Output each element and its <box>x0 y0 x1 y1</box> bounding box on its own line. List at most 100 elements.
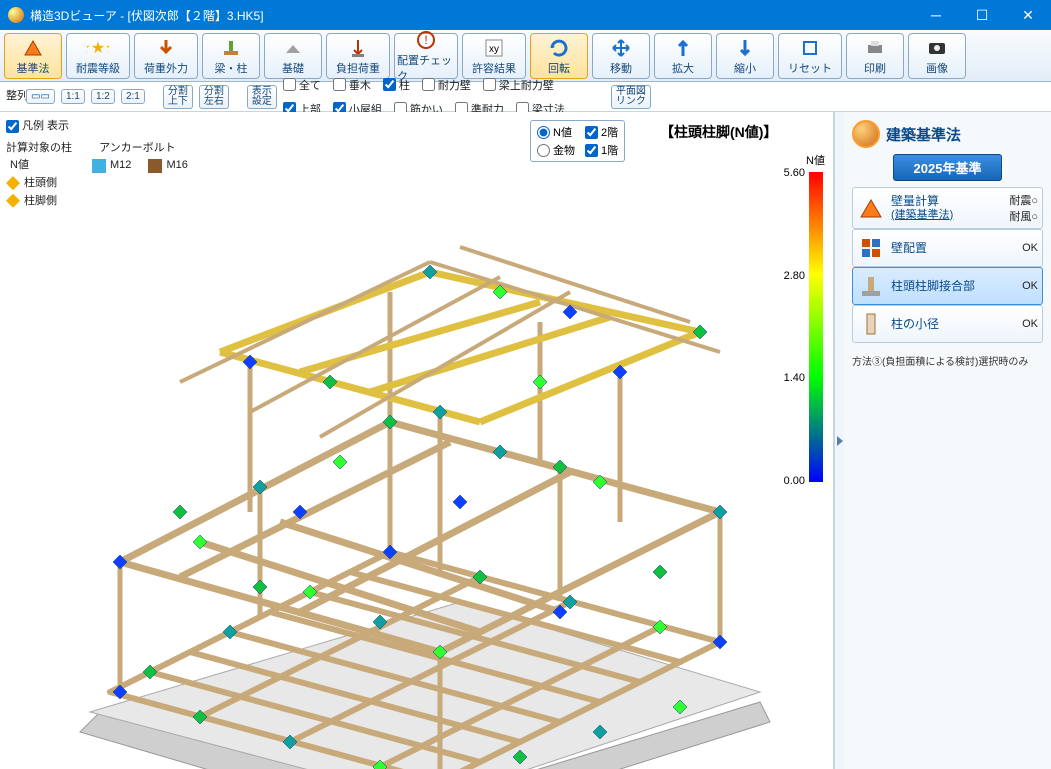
structure-3d-render <box>0 112 834 769</box>
work-area: 凡例 表示 計算対象の柱 アンカーボルト N値 M12 M16 柱頭側 柱脚側 … <box>0 112 1051 769</box>
toolbtn-shukushou[interactable]: 縮小 <box>716 33 774 79</box>
nvalue-radio[interactable]: N値 <box>537 124 575 140</box>
app-icon <box>8 7 24 23</box>
split-horizontal[interactable]: 分割 左右 <box>199 85 229 109</box>
3d-viewport[interactable]: 凡例 表示 計算対象の柱 アンカーボルト N値 M12 M16 柱頭側 柱脚側 … <box>0 112 834 769</box>
gradient-labels: 5.60 2.80 1.40 0.00 <box>784 167 805 487</box>
sideitem-kabehaichi[interactable]: 壁配置OK <box>852 229 1043 267</box>
m16-swatch <box>148 159 162 173</box>
sideitem-hekiryou[interactable]: 壁量計算(建築基準法)耐震○ 耐風○ <box>852 187 1043 229</box>
legend-box: 凡例 表示 計算対象の柱 アンカーボルト N値 M12 M16 柱頭側 柱脚側 <box>6 118 188 210</box>
split-vertical[interactable]: 分割 上下 <box>163 85 193 109</box>
ratio-1-2[interactable]: 1:2 <box>91 89 115 104</box>
side-title: 建築基準法 <box>886 124 961 145</box>
gazou-icon <box>926 37 948 59</box>
kabehaichi-icon <box>857 234 885 262</box>
side-panel: 建築基準法 2025年基準 壁量計算(建築基準法)耐震○ 耐風○壁配置OK柱頭柱… <box>844 112 1051 769</box>
kaiten-icon <box>548 37 570 59</box>
ratio-1-1[interactable]: 1:1 <box>61 89 85 104</box>
check-垂木[interactable]: 垂木 <box>333 77 371 93</box>
haichichekku-icon: ! <box>415 29 437 51</box>
gradient-val-3: 0.00 <box>784 475 805 487</box>
shoukei-icon <box>857 310 885 338</box>
seiretsu-label: 整列 <box>6 91 20 102</box>
insatsu-icon <box>864 37 886 59</box>
sideitem-chutou[interactable]: 柱頭柱脚接合部OK <box>852 267 1043 305</box>
close-button[interactable]: ✕ <box>1005 0 1051 30</box>
toolbtn-gazou[interactable]: 画像 <box>908 33 966 79</box>
legend-title-2: アンカーボルト <box>99 142 176 154</box>
sub-toolbar: 整列 ▭▭ 1:1 1:2 2:1 分割 上下 分割 左右 表示 設定 全て垂木… <box>0 82 1051 112</box>
toolbtn-idou[interactable]: 移動 <box>592 33 650 79</box>
house-icon <box>852 120 880 148</box>
toolbtn-kajugairyoku[interactable]: 荷重外力 <box>134 33 198 79</box>
sideitem-shoukei[interactable]: 柱の小径OK <box>852 305 1043 343</box>
view-title: 【柱頭柱脚(N値)】 <box>660 122 777 142</box>
window-title: 構造3Dビューア - [伏図次郎【２階】3.HK5] <box>30 7 913 24</box>
legend-title-1: 計算対象の柱 <box>6 142 72 154</box>
toolbtn-insatsu[interactable]: 印刷 <box>846 33 904 79</box>
ratio-2-1[interactable]: 2:1 <box>121 89 145 104</box>
svg-text:★★★: ★★★ <box>87 40 109 57</box>
m16-label: M16 <box>166 159 187 171</box>
hardware-radio[interactable]: 金物 <box>537 142 575 158</box>
risetto-icon <box>799 37 821 59</box>
kakudai-icon <box>672 37 694 59</box>
m12-label: M12 <box>110 159 131 171</box>
display-filter-panel: N値 金物 2階 1階 <box>530 120 625 162</box>
toolbtn-kyoyoukekka[interactable]: xy許容結果 <box>462 33 526 79</box>
minimize-button[interactable]: ─ <box>913 0 959 30</box>
toolbtn-haichichekku[interactable]: !配置チェック <box>394 33 458 79</box>
kijunhou-icon <box>22 37 44 59</box>
year-standard-button[interactable]: 2025年基準 <box>893 154 1003 181</box>
floor1-checkbox[interactable]: 1階 <box>585 142 618 158</box>
check-梁上耐力壁[interactable]: 梁上耐力壁 <box>483 77 554 93</box>
toolbtn-kijunhou[interactable]: 基準法 <box>4 33 62 79</box>
floor2-checkbox[interactable]: 2階 <box>585 124 618 140</box>
check-柱[interactable]: 柱 <box>383 77 410 93</box>
chutou-icon <box>857 272 885 300</box>
svg-text:xy: xy <box>489 44 499 55</box>
idou-icon <box>610 37 632 59</box>
titlebar: 構造3Dビューア - [伏図次郎【２階】3.HK5] ─ ☐ ✕ <box>0 0 1051 30</box>
panel-collapse-grip[interactable] <box>834 112 844 769</box>
side-note: 方法③(負担面積による検討)選択時のみ <box>852 353 1043 368</box>
chutougawa-label: 柱頭側 <box>24 177 57 189</box>
chukyakugawa-label: 柱脚側 <box>24 195 57 207</box>
gradient-val-1: 2.80 <box>784 270 805 282</box>
haribasira-icon <box>220 37 242 59</box>
side-header: 建築基準法 <box>852 120 1043 148</box>
shukushou-icon <box>734 37 756 59</box>
svg-text:!: ! <box>424 33 427 47</box>
maximize-button[interactable]: ☐ <box>959 0 1005 30</box>
toolbtn-haribasira[interactable]: 梁・柱 <box>202 33 260 79</box>
m12-swatch <box>92 159 106 173</box>
legend-sub-1: N値 <box>10 159 29 171</box>
kiso-icon <box>282 37 304 59</box>
chutougawa-icon <box>6 176 20 190</box>
toolbtn-risetto[interactable]: リセット <box>778 33 842 79</box>
kajugairyoku-icon <box>155 37 177 59</box>
display-settings[interactable]: 表示 設定 <box>247 85 277 109</box>
color-gradient-bar <box>809 172 823 482</box>
legend-visible-checkbox[interactable]: 凡例 表示 <box>6 118 69 136</box>
tile-button[interactable]: ▭▭ <box>26 89 55 104</box>
toolbtn-kiso[interactable]: 基礎 <box>264 33 322 79</box>
chevron-right-icon <box>837 436 843 446</box>
hekiryou-icon <box>857 194 885 222</box>
check-全て[interactable]: 全て <box>283 77 321 93</box>
plan-link[interactable]: 平面図 リンク <box>611 85 651 109</box>
window-buttons: ─ ☐ ✕ <box>913 0 1051 30</box>
gradient-title: N値 <box>806 152 825 168</box>
gradient-val-0: 5.60 <box>784 167 805 179</box>
kyoyoukekka-icon: xy <box>483 37 505 59</box>
taishintokyu-icon: ★★★ <box>87 37 109 59</box>
toolbtn-kaiten[interactable]: 回転 <box>530 33 588 79</box>
main-toolbar: 基準法★★★耐震等級荷重外力梁・柱基礎負担荷重!配置チェックxy許容結果回転移動… <box>0 30 1051 82</box>
chukyakugawa-icon <box>6 194 20 208</box>
toolbtn-futankajuu[interactable]: 負担荷重 <box>326 33 390 79</box>
check-耐力壁[interactable]: 耐力壁 <box>422 77 471 93</box>
toolbtn-kakudai[interactable]: 拡大 <box>654 33 712 79</box>
gradient-val-2: 1.40 <box>784 372 805 384</box>
toolbtn-taishintokyu[interactable]: ★★★耐震等級 <box>66 33 130 79</box>
